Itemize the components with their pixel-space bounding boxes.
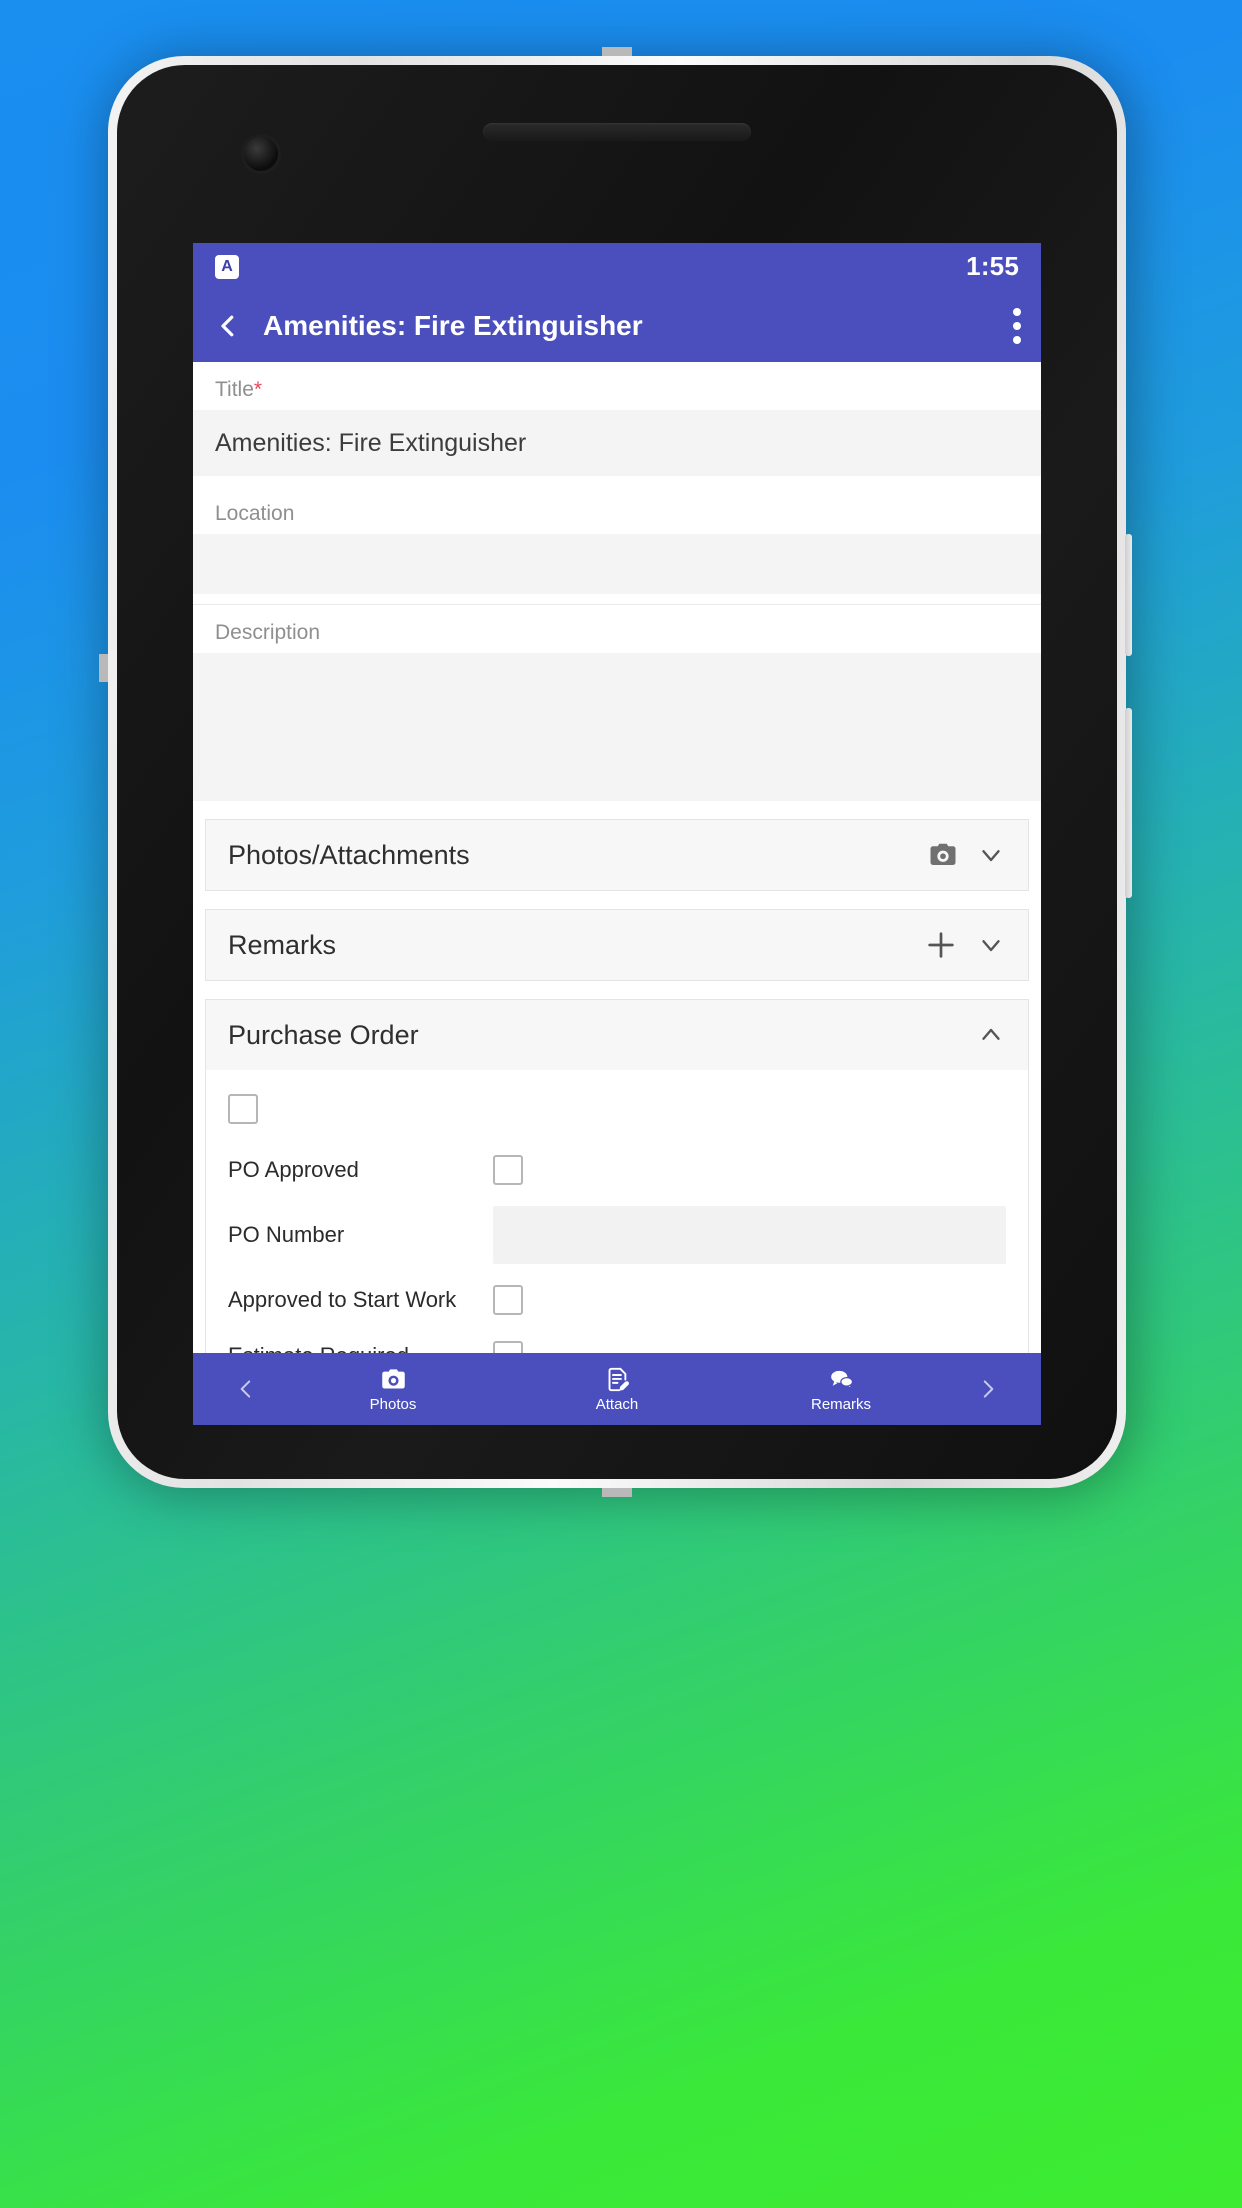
field-description-label: Description <box>193 605 1041 653</box>
field-description: Description <box>193 605 1041 801</box>
po-label-po-approved: PO Approved <box>228 1157 359 1182</box>
camera-icon[interactable] <box>928 840 958 870</box>
chevron-up-icon[interactable] <box>976 1020 1006 1050</box>
nav-label-attach: Attach <box>595 1395 639 1413</box>
more-vertical-icon[interactable] <box>1013 308 1021 344</box>
field-description-input[interactable] <box>193 653 1041 801</box>
nav-item-photos[interactable]: Photos <box>281 1366 505 1413</box>
document-edit-icon <box>608 1367 629 1391</box>
field-title-label: Title* <box>193 362 1041 410</box>
nav-label-remarks: Remarks <box>810 1395 871 1413</box>
phone-mockup: A 1:55 Amenities: Fire Extinguisher Titl… <box>99 47 1132 1497</box>
section-purchase-order: Purchase Order PO Approved PO Number App… <box>205 999 1029 1353</box>
front-camera-icon <box>244 137 278 171</box>
status-bar: A 1:55 <box>193 243 1041 290</box>
section-remarks: Remarks <box>205 909 1029 981</box>
field-title-input[interactable]: Amenities: Fire Extinguisher <box>193 410 1041 476</box>
camera-icon <box>381 1368 405 1388</box>
section-photos-title: Photos/Attachments <box>228 839 470 870</box>
checkbox-po-approved[interactable] <box>493 1155 523 1185</box>
divider-1 <box>193 476 1041 486</box>
field-location: Location <box>193 486 1041 594</box>
earpiece-speaker <box>483 123 751 141</box>
bottom-navigation-bar: Photos Attach Remarks <box>193 1353 1041 1425</box>
app-notification-icon: A <box>215 254 239 279</box>
antenna-band-bottom <box>602 1488 632 1497</box>
antenna-band-top <box>602 47 632 56</box>
nav-prev-button[interactable] <box>211 1376 281 1402</box>
app-bar: Amenities: Fire Extinguisher <box>193 290 1041 362</box>
required-marker: * <box>253 378 263 401</box>
field-title-value: Amenities: Fire Extinguisher <box>215 428 527 457</box>
nav-item-attach[interactable]: Attach <box>505 1366 729 1413</box>
field-location-label: Location <box>193 486 1041 534</box>
chat-bubbles-icon <box>830 1370 853 1389</box>
antenna-band-left <box>99 654 108 682</box>
section-purchase-order-title: Purchase Order <box>228 1019 419 1050</box>
phone-screen: A 1:55 Amenities: Fire Extinguisher Titl… <box>193 243 1041 1425</box>
plus-icon[interactable] <box>924 928 958 962</box>
section-photos-header[interactable]: Photos/Attachments <box>206 820 1028 890</box>
form-scroll-area[interactable]: Title* Amenities: Fire Extinguisher Loca… <box>193 362 1041 1353</box>
chevron-down-icon[interactable] <box>976 930 1006 960</box>
power-button[interactable] <box>1125 534 1132 656</box>
po-label-approved-to-start-work: Approved to Start Work <box>228 1287 457 1312</box>
section-purchase-order-header[interactable]: Purchase Order <box>206 1000 1028 1070</box>
po-row-estimate-required: Estimate Required <box>206 1328 1028 1353</box>
checkbox-unlabeled[interactable] <box>228 1094 258 1124</box>
po-control-po-number <box>493 1206 1006 1264</box>
po-row-po-approved: PO Approved <box>206 1142 1028 1198</box>
section-photos-attachments: Photos/Attachments <box>205 819 1029 891</box>
po-row-unlabeled <box>206 1084 1028 1142</box>
volume-button[interactable] <box>1125 708 1132 898</box>
field-location-input[interactable] <box>193 534 1041 594</box>
page-title: Amenities: Fire Extinguisher <box>263 310 643 341</box>
field-title: Title* Amenities: Fire Extinguisher <box>193 362 1041 476</box>
po-label-estimate-required: Estimate Required <box>228 1343 493 1353</box>
po-control-estimate-required <box>493 1341 1006 1353</box>
phone-body: A 1:55 Amenities: Fire Extinguisher Titl… <box>117 65 1117 1479</box>
chevron-left-icon[interactable] <box>213 311 243 341</box>
po-control-approved-to-start-work <box>493 1285 1006 1315</box>
section-remarks-title: Remarks <box>228 929 337 960</box>
nav-item-remarks[interactable]: Remarks <box>729 1366 953 1413</box>
status-bar-time: 1:55 <box>966 251 1019 281</box>
po-control-po-approved <box>493 1155 1006 1185</box>
checkbox-estimate-required[interactable] <box>493 1341 523 1353</box>
nav-next-button[interactable] <box>953 1376 1023 1402</box>
po-row-po-number: PO Number <box>206 1198 1028 1272</box>
chevron-down-icon[interactable] <box>976 840 1006 870</box>
nav-label-photos: Photos <box>369 1395 417 1413</box>
checkbox-approved-to-start-work[interactable] <box>493 1285 523 1315</box>
section-remarks-header[interactable]: Remarks <box>206 910 1028 980</box>
input-po-number[interactable] <box>493 1206 1006 1264</box>
po-row-approved-to-start-work: Approved to Start Work <box>206 1272 1028 1328</box>
field-title-label-text: Title <box>215 378 254 401</box>
po-label-po-number: PO Number <box>228 1222 345 1247</box>
divider-2 <box>193 594 1041 604</box>
section-purchase-order-body: PO Approved PO Number Approved to Start … <box>206 1070 1028 1353</box>
